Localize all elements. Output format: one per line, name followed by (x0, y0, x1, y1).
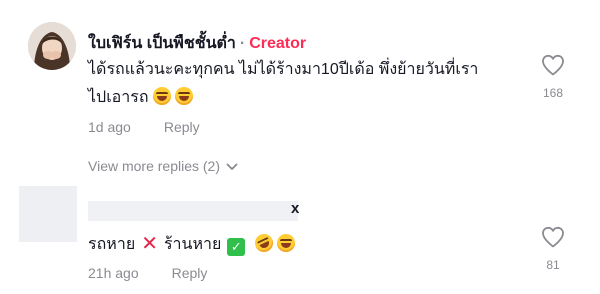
creator-badge: Creator (249, 35, 307, 52)
reply-button[interactable]: Reply (164, 119, 200, 135)
author-name-redacted[interactable] (88, 201, 298, 221)
like-button[interactable]: 81 (536, 226, 570, 272)
comment-text: รถหาย ✕ ร้านหาย ✓ (88, 230, 528, 259)
check-box-emoji: ✓ (227, 238, 246, 256)
like-button[interactable]: 168 (536, 54, 570, 100)
comment-thread: ใบเฟิร์น เป็นพืชชั้นต่ำ · Creator ได้รถแล้… (0, 0, 600, 294)
heart-outline-icon (542, 226, 564, 248)
face-with-tears-of-joy-emoji (277, 234, 296, 252)
comment-body: ได้รถแล้วนะคะทุกคน ไม่ได้ร้างมา10ปีเด้อ … (88, 61, 479, 106)
comment-text: ได้รถแล้วนะคะทุกคน ไม่ได้ร้างมา10ปีเด้อ … (88, 56, 528, 112)
cross-mark-emoji: ✕ (141, 233, 158, 255)
avatar[interactable] (28, 22, 76, 70)
comment-body-part2: ร้านหาย (163, 236, 222, 253)
view-more-label: View more replies (2) (88, 158, 221, 174)
separator-dot: · (239, 35, 246, 52)
comment-time: 1d ago (88, 119, 131, 135)
heart-outline-icon (542, 54, 564, 76)
comment-body-part1: รถหาย (88, 236, 136, 253)
chevron-down-icon (226, 163, 238, 171)
comment-author[interactable]: ใบเฟิร์น เป็นพืชชั้นต่ำ · Creator (88, 31, 306, 56)
avatar[interactable] (19, 186, 77, 242)
comment-time: 21h ago (88, 265, 139, 281)
comment-meta: 1d ago Reply (88, 119, 200, 135)
view-more-replies-button[interactable]: View more replies (2) (88, 158, 238, 174)
like-count: 168 (542, 86, 564, 100)
rolling-on-floor-laughing-emoji (252, 231, 277, 255)
author-name[interactable]: ใบเฟิร์น เป็นพืชชั้นต่ำ (88, 35, 236, 52)
face-with-tears-of-joy-emoji (152, 87, 171, 105)
comment-meta: 21h ago Reply (88, 265, 207, 281)
avatar-photo (28, 22, 76, 70)
reply-button[interactable]: Reply (172, 265, 208, 281)
like-count: 81 (546, 258, 560, 272)
author-name-tail[interactable]: x (291, 200, 299, 217)
comment-item: x รถหาย ✕ ร้านหาย ✓ 21h ago Reply 81 (0, 186, 600, 294)
face-with-tears-of-joy-emoji (174, 87, 193, 105)
comment-item: ใบเฟิร์น เป็นพืชชั้นต่ำ · Creator ได้รถแล้… (0, 0, 600, 180)
